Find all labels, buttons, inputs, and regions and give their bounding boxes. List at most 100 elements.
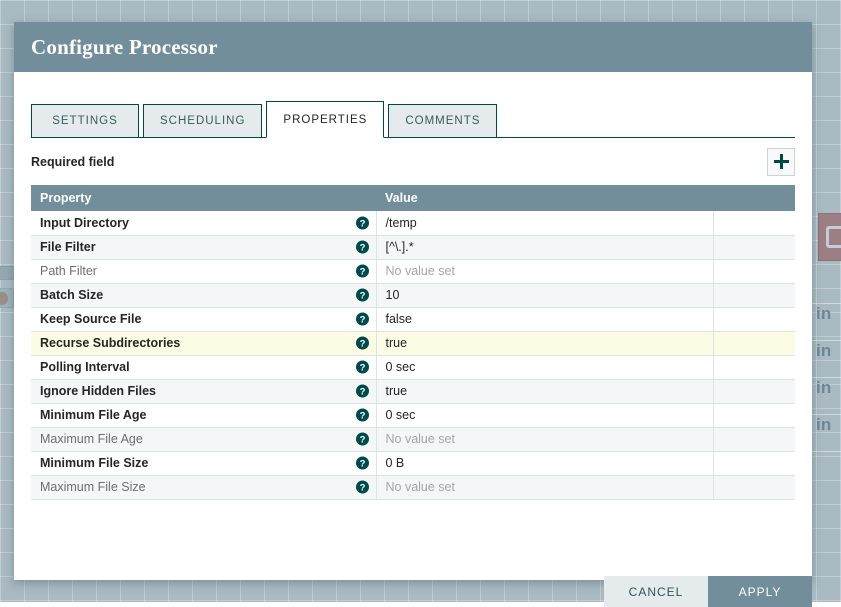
svg-text:?: ? — [359, 435, 365, 446]
property-value-cell[interactable]: 0 sec — [376, 403, 713, 427]
property-name-cell: File Filter? — [31, 235, 376, 259]
svg-text:?: ? — [359, 459, 365, 470]
property-name-text: File Filter — [40, 240, 96, 254]
tab-properties[interactable]: PROPERTIES — [266, 101, 384, 138]
table-row[interactable]: Minimum File Age?0 sec — [31, 403, 795, 427]
property-actions-cell — [713, 235, 795, 259]
plus-icon — [774, 154, 789, 169]
properties-table: Property Value Input Directory?/temp Fil… — [31, 185, 795, 500]
table-row[interactable]: Ignore Hidden Files?true — [31, 379, 795, 403]
property-value-cell[interactable]: /temp — [376, 211, 713, 235]
svg-text:?: ? — [359, 315, 365, 326]
table-row[interactable]: Input Directory? /temp — [31, 211, 795, 235]
property-actions-cell — [713, 307, 795, 331]
property-actions-cell — [713, 403, 795, 427]
property-value-cell[interactable]: No value set — [376, 475, 713, 499]
property-name-cell: Polling Interval? — [31, 355, 376, 379]
table-row[interactable]: Maximum File Age?No value set — [31, 427, 795, 451]
help-circle-icon[interactable]: ? — [356, 216, 369, 229]
property-value-cell[interactable]: No value set — [376, 259, 713, 283]
connection-label-in-1: in — [816, 304, 832, 324]
help-circle-icon[interactable]: ? — [356, 433, 369, 446]
help-circle-icon[interactable]: ? — [356, 265, 369, 278]
property-value-cell[interactable]: 0 sec — [376, 355, 713, 379]
svg-text:?: ? — [359, 291, 365, 302]
tab-settings[interactable]: SETTINGS — [31, 104, 139, 138]
property-name-cell: Batch Size? — [31, 283, 376, 307]
dialog-header: Configure Processor — [14, 22, 812, 72]
property-actions-cell — [713, 259, 795, 283]
property-name-text: Input Directory — [40, 216, 129, 230]
svg-text:?: ? — [359, 267, 365, 278]
property-name-text: Path Filter — [40, 264, 97, 278]
help-circle-icon[interactable]: ? — [356, 337, 369, 350]
help-circle-icon[interactable]: ? — [356, 361, 369, 374]
svg-text:?: ? — [359, 411, 365, 422]
property-actions-cell — [713, 331, 795, 355]
property-name-cell: Keep Source File? — [31, 307, 376, 331]
table-row[interactable]: Maximum File Size?No value set — [31, 475, 795, 499]
property-actions-cell — [713, 451, 795, 475]
property-value-cell[interactable]: No value set — [376, 427, 713, 451]
processor-box-icon — [826, 226, 841, 248]
tab-bar: SETTINGS SCHEDULING PROPERTIES COMMENTS — [31, 99, 795, 138]
svg-text:?: ? — [359, 243, 365, 254]
help-circle-icon[interactable]: ? — [356, 409, 369, 422]
tab-comments[interactable]: COMMENTS — [388, 104, 497, 138]
help-circle-icon[interactable]: ? — [356, 481, 369, 494]
help-circle-icon[interactable]: ? — [356, 385, 369, 398]
property-name-cell: Path Filter? — [31, 259, 376, 283]
property-value-cell[interactable]: 10 — [376, 283, 713, 307]
connection-divider — [812, 451, 841, 452]
table-row[interactable]: Polling Interval?0 sec — [31, 355, 795, 379]
property-name-cell: Maximum File Age? — [31, 427, 376, 451]
table-row[interactable]: Recurse Subdirectories?true — [31, 331, 795, 355]
add-property-button[interactable] — [767, 148, 795, 176]
tab-scheduling[interactable]: SCHEDULING — [143, 104, 262, 138]
table-row[interactable]: Batch Size?10 — [31, 283, 795, 307]
help-circle-icon[interactable]: ? — [356, 241, 369, 254]
help-circle-icon[interactable]: ? — [356, 289, 369, 302]
connection-label-in-2: in — [816, 341, 832, 361]
column-header-property: Property — [31, 185, 376, 211]
property-name-cell: Recurse Subdirectories? — [31, 331, 376, 355]
required-field-row: Required field — [31, 138, 795, 185]
property-value-cell[interactable]: true — [376, 379, 713, 403]
canvas-processor-node[interactable] — [818, 213, 841, 261]
property-actions-cell — [713, 283, 795, 307]
property-value-cell[interactable]: true — [376, 331, 713, 355]
property-value-cell[interactable]: 0 B — [376, 451, 713, 475]
table-row[interactable]: Keep Source File?false — [31, 307, 795, 331]
property-value-cell[interactable]: false — [376, 307, 713, 331]
property-name-text: Minimum File Age — [40, 408, 147, 422]
property-name-text: Maximum File Age — [40, 432, 143, 446]
dialog-title: Configure Processor — [31, 35, 218, 60]
property-name-cell: Minimum File Age? — [31, 403, 376, 427]
property-name-text: Minimum File Size — [40, 456, 148, 470]
apply-button[interactable]: APPLY — [708, 576, 812, 607]
configure-processor-dialog: Configure Processor SETTINGS SCHEDULING … — [14, 22, 812, 580]
property-actions-cell — [713, 355, 795, 379]
svg-text:?: ? — [359, 483, 365, 494]
column-header-actions — [713, 185, 795, 211]
help-circle-icon[interactable]: ? — [356, 457, 369, 470]
property-name-text: Maximum File Size — [40, 480, 146, 494]
property-name-cell: Maximum File Size? — [31, 475, 376, 499]
table-row[interactable]: File Filter?[^\.].* — [31, 235, 795, 259]
svg-text:?: ? — [359, 363, 365, 374]
property-name-text: Polling Interval — [40, 360, 130, 374]
cancel-button[interactable]: CANCEL — [604, 576, 708, 607]
property-value-cell[interactable]: [^\.].* — [376, 235, 713, 259]
properties-table-body: Input Directory?/temp File Filter?[^\.].… — [31, 211, 795, 499]
property-name-text: Recurse Subdirectories — [40, 336, 180, 350]
connection-label-in-3: in — [816, 378, 832, 398]
help-circle-icon[interactable]: ? — [356, 313, 369, 326]
table-row[interactable]: Path Filter?No value set — [31, 259, 795, 283]
property-name-cell: Ignore Hidden Files? — [31, 379, 376, 403]
table-row[interactable]: Minimum File Size?0 B — [31, 451, 795, 475]
svg-text:?: ? — [359, 387, 365, 398]
required-field-label: Required field — [31, 155, 114, 169]
property-name-text: Keep Source File — [40, 312, 141, 326]
property-name-cell: Minimum File Size? — [31, 451, 376, 475]
property-actions-cell — [713, 379, 795, 403]
